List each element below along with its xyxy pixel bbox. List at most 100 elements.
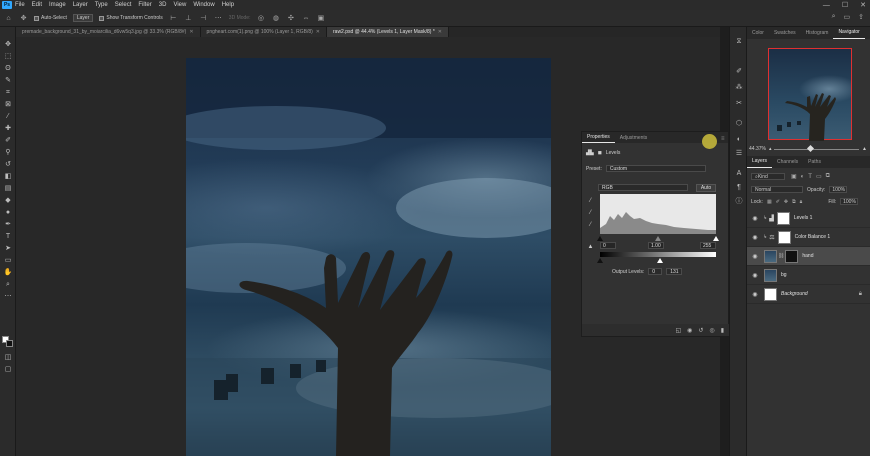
opacity-field[interactable]: 100% (829, 186, 848, 193)
panel-menu-icon[interactable]: ≡ (721, 136, 725, 142)
type-tool-icon[interactable]: T (3, 232, 13, 241)
lock-icon[interactable]: 🔒︎ (859, 291, 862, 298)
layer-bg[interactable]: ◉ bg (747, 266, 870, 285)
history-icon[interactable]: ⧖ (734, 37, 744, 46)
menu-file[interactable]: File (15, 2, 25, 8)
tab-paths[interactable]: Paths (803, 159, 826, 168)
close-button[interactable]: ✕ (860, 1, 866, 9)
zoom-tool-icon[interactable]: ⌕ (3, 280, 13, 289)
character-icon[interactable]: A (734, 169, 744, 178)
input-black-field[interactable]: 0 (600, 242, 616, 249)
tool-presets-icon[interactable]: ✂ (734, 99, 744, 108)
path-selection-tool-icon[interactable]: ➤ (3, 244, 13, 253)
eye-icon[interactable]: ◉ (750, 272, 760, 279)
paragraph-icon[interactable]: ¶ (734, 183, 744, 192)
layer-mask-thumbnail[interactable] (776, 211, 790, 225)
visibility-icon[interactable]: ◎ (709, 327, 714, 334)
layer-filter-dropdown[interactable]: ⌕ Kind (751, 173, 785, 180)
workspace-icon[interactable]: ▭ (844, 13, 851, 21)
pen-tool-icon[interactable]: ✒ (3, 220, 13, 229)
minimize-button[interactable]: — (823, 2, 830, 9)
filter-adjustment-icon[interactable]: ◐ (801, 174, 805, 180)
zoom-slider[interactable] (774, 144, 860, 152)
link-icon[interactable]: ⛓ (778, 253, 784, 259)
tab-color[interactable]: Color (747, 30, 769, 39)
auto-button[interactable]: Auto (696, 184, 716, 192)
input-sliders[interactable] (597, 235, 719, 241)
move-tool-icon[interactable]: ✥ (3, 40, 13, 49)
lock-position-icon[interactable]: ✥ (784, 199, 788, 205)
crop-tool-icon[interactable]: ⌗ (3, 88, 13, 97)
brushes-icon[interactable]: ⁂ (734, 83, 744, 92)
gradient-tool-icon[interactable]: ▤ (3, 184, 13, 193)
preset-dropdown[interactable]: Custom (605, 165, 706, 172)
tab-channels[interactable]: Channels (772, 159, 803, 168)
eye-icon[interactable]: ◉ (750, 291, 760, 298)
auto-select-target-dropdown[interactable]: Layer (72, 14, 94, 22)
3d-icon[interactable]: ⬡ (734, 119, 744, 128)
clone-stamp-tool-icon[interactable]: ⚲ (3, 148, 13, 157)
quick-select-tool-icon[interactable]: ✎ (3, 76, 13, 85)
tab-histogram[interactable]: Histogram (801, 30, 834, 39)
history-brush-tool-icon[interactable]: ↺ (3, 160, 13, 169)
info-icon[interactable]: ⓘ (734, 197, 744, 206)
clip-to-layer-icon[interactable]: ◱ (675, 327, 681, 334)
eye-icon[interactable]: ◉ (750, 253, 760, 260)
adjustments-icon[interactable]: ◐ (734, 135, 744, 144)
background-color-swatch[interactable] (6, 340, 13, 347)
delete-icon[interactable]: ▮ (721, 327, 724, 334)
zoom-out-icon[interactable]: ▴ (769, 146, 772, 152)
tab-navigator[interactable]: Navigator (833, 29, 865, 39)
tab-properties[interactable]: Properties (582, 134, 615, 143)
menu-help[interactable]: Help (222, 2, 234, 8)
mask-icon[interactable]: ◼ (598, 150, 602, 156)
tab-adjustments[interactable]: Adjustments (615, 135, 653, 143)
menu-view[interactable]: View (173, 2, 186, 8)
filter-shape-icon[interactable]: ▭ (816, 173, 822, 180)
pan-3d-icon[interactable]: ✣ (286, 15, 295, 22)
brush-settings-icon[interactable]: ✐ (734, 67, 744, 76)
menu-edit[interactable]: Edit (32, 2, 42, 8)
output-black-field[interactable]: 0 (648, 268, 663, 275)
move-tool-icon[interactable]: ✥ (19, 15, 28, 22)
black-eyedropper-icon[interactable]: ⁄ (587, 198, 594, 205)
eyedropper-tool-icon[interactable]: ⁄ (3, 112, 13, 121)
filter-pixel-icon[interactable]: ▣ (791, 173, 797, 180)
layer-thumbnail[interactable] (764, 287, 777, 301)
input-white-field[interactable]: 255 (700, 242, 716, 249)
eye-icon[interactable]: ◉ (750, 215, 760, 222)
layer-levels-1[interactable]: ◉ ↳ ▟ Levels 1 (747, 209, 870, 228)
tab-swatches[interactable]: Swatches (769, 30, 801, 39)
output-white-field[interactable]: 131 (666, 268, 683, 275)
lock-all-icon[interactable]: 🔒︎ (800, 199, 803, 205)
menu-3d[interactable]: 3D (159, 2, 167, 8)
layer-color-balance-1[interactable]: ◉ ↳ ⚖ Color Balance 1 (747, 228, 870, 247)
share-icon[interactable]: ⇪ (858, 13, 864, 21)
quick-mask-icon[interactable]: ◫ (3, 353, 13, 362)
screen-mode-icon[interactable]: ▢ (3, 365, 13, 374)
tab-raw2-psd[interactable]: raw2.psd @ 44.4% (Levels 1, Layer Mask/8… (327, 27, 449, 37)
align-center-icon[interactable]: ⊥ (184, 15, 193, 22)
align-left-icon[interactable]: ⊢ (169, 15, 178, 22)
layer-thumbnail[interactable] (764, 268, 777, 282)
close-icon[interactable]: ✕ (438, 29, 442, 35)
close-icon[interactable]: ✕ (189, 29, 193, 35)
layer-mask-thumbnail[interactable] (785, 249, 799, 263)
reset-icon[interactable]: ↺ (698, 327, 703, 334)
layer-mask-thumbnail[interactable] (777, 230, 791, 244)
home-icon[interactable]: ⌂ (4, 15, 13, 22)
clipping-warning-icon[interactable]: ▲ (587, 244, 594, 251)
rectangle-tool-icon[interactable]: ▭ (3, 256, 13, 265)
layer-hand[interactable]: ◉ ⛓ hand (747, 247, 870, 266)
lock-image-icon[interactable]: ✐ (776, 199, 780, 205)
brush-tool-icon[interactable]: ✐ (3, 136, 13, 145)
blur-tool-icon[interactable]: ◆ (3, 196, 13, 205)
dodge-tool-icon[interactable]: ● (3, 208, 13, 217)
gray-eyedropper-icon[interactable]: ⁄ (587, 210, 594, 217)
scale-3d-icon[interactable]: ▣ (316, 15, 325, 22)
slide-3d-icon[interactable]: ⇔ (301, 15, 310, 22)
zoom-value[interactable]: 44.37% (749, 146, 766, 152)
fill-field[interactable]: 100% (840, 198, 859, 205)
eraser-tool-icon[interactable]: ◧ (3, 172, 13, 181)
filter-type-icon[interactable]: T (808, 174, 812, 180)
